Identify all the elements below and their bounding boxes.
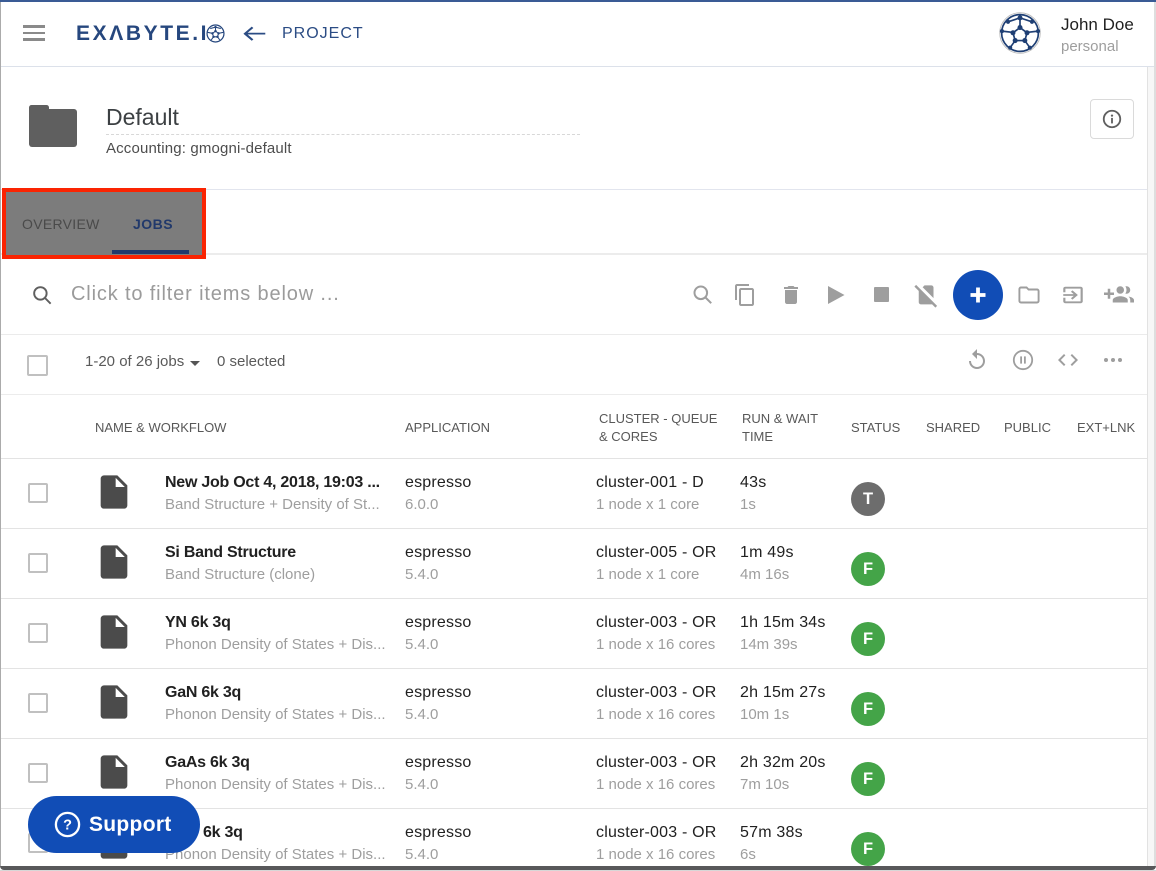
svg-text:?: ? (63, 818, 72, 834)
